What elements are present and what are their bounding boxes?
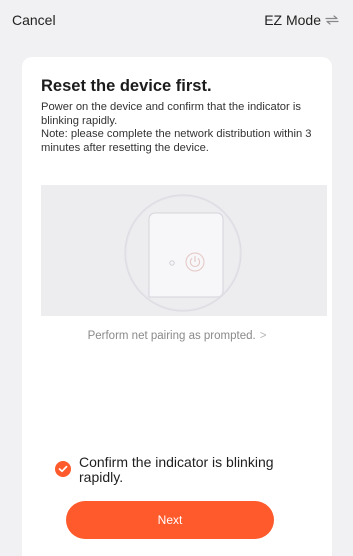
device-illustration xyxy=(41,185,327,316)
screen: Cancel EZ Mode Reset the device first. P… xyxy=(0,0,353,556)
confirm-label: Confirm the indicator is blinking rapidl… xyxy=(79,454,274,485)
device-drawing xyxy=(124,194,242,312)
page-title: Reset the device first. xyxy=(41,77,212,95)
checkbox-checked-icon[interactable] xyxy=(55,461,71,477)
next-button[interactable]: Next xyxy=(66,501,274,539)
instruction-text: Power on the device and confirm that the… xyxy=(41,101,316,155)
instruction-card: Reset the device first. Power on the dev… xyxy=(22,57,332,556)
net-pairing-label: Perform net pairing as prompted. xyxy=(87,330,256,342)
confirm-checkbox-row[interactable]: Confirm the indicator is blinking rapidl… xyxy=(55,455,315,485)
mode-label: EZ Mode xyxy=(264,12,321,28)
cancel-button[interactable]: Cancel xyxy=(12,12,56,28)
net-pairing-link[interactable]: Perform net pairing as prompted. > xyxy=(22,330,332,342)
chevron-right-icon: > xyxy=(259,330,267,342)
swap-icon xyxy=(325,15,339,25)
top-bar: Cancel EZ Mode xyxy=(0,0,353,40)
instruction-line: Power on the device and confirm that the… xyxy=(41,101,301,127)
note-line: Note: please complete the network distri… xyxy=(41,128,312,154)
ez-mode-switch[interactable]: EZ Mode xyxy=(264,12,339,28)
